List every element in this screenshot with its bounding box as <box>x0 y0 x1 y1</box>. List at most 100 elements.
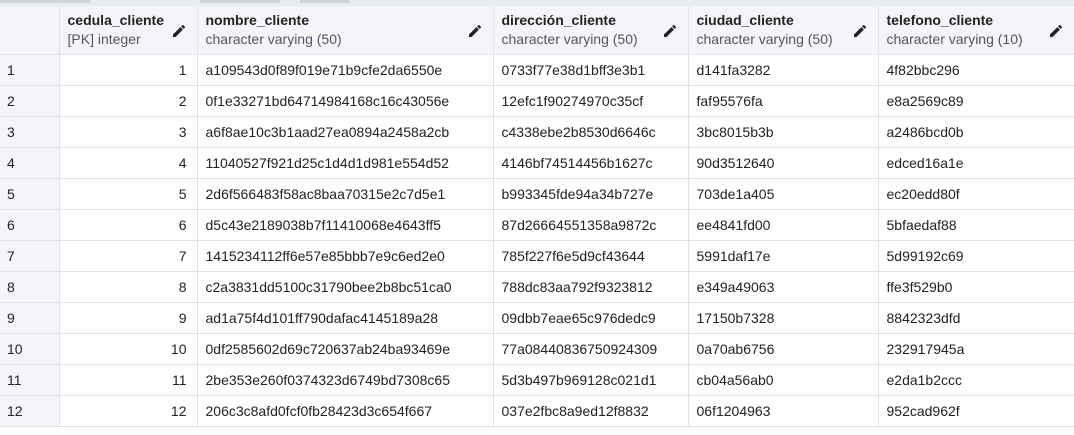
column-header-direccion-cliente[interactable]: dirección_cliente character varying (50) <box>493 6 689 55</box>
table-row[interactable]: 10 10 0df2585602d69c720637ab24ba93469e 7… <box>0 333 1074 365</box>
cell-nombre-cliente[interactable]: ad1a75f4d101ff790dafac4145189a28 <box>197 302 494 334</box>
cell-cedula-cliente[interactable]: 9 <box>59 302 198 334</box>
cell-direccion-cliente[interactable]: 5d3b497b969128c021d1 <box>493 364 689 396</box>
cell-direccion-cliente[interactable]: b993345fde94a34b727e <box>493 178 689 210</box>
column-header-telefono-cliente[interactable]: telefono_cliente character varying (10) <box>878 6 1074 55</box>
cell-ciudad-cliente[interactable]: 0a70ab6756 <box>688 333 879 365</box>
table-row[interactable]: 12 12 206c3c8afd0fcf0fb28423d3c654f667 0… <box>0 395 1074 427</box>
cell-nombre-cliente[interactable]: a6f8ae10c3b1aad27ea0894a2458a2cb <box>197 116 494 148</box>
cell-telefono-cliente[interactable]: 952cad962f <box>878 395 1074 427</box>
cell-direccion-cliente[interactable]: c4338ebe2b8530d6646c <box>493 116 689 148</box>
row-number[interactable]: 10 <box>0 333 60 365</box>
table-row[interactable]: 5 5 2d6f566483f58ac8baa70315e2c7d5e1 b99… <box>0 178 1074 210</box>
row-number[interactable]: 12 <box>0 395 60 427</box>
row-number[interactable]: 1 <box>0 54 60 86</box>
row-number[interactable]: 11 <box>0 364 60 396</box>
cell-ciudad-cliente[interactable]: 3bc8015b3b <box>688 116 879 148</box>
column-name: nombre_cliente <box>205 12 309 28</box>
table-row[interactable]: 1 1 a109543d0f89f019e71b9cfe2da6550e 073… <box>0 54 1074 86</box>
cell-telefono-cliente[interactable]: 5bfaedaf88 <box>878 209 1074 241</box>
cell-ciudad-cliente[interactable]: 17150b7328 <box>688 302 879 334</box>
cell-telefono-cliente[interactable]: ec20edd80f <box>878 178 1074 210</box>
cell-nombre-cliente[interactable]: c2a3831dd5100c31790bee2b8bc51ca0 <box>197 271 494 303</box>
column-header-cedula-cliente[interactable]: cedula_cliente [PK] integer <box>59 6 198 55</box>
row-number[interactable]: 6 <box>0 209 60 241</box>
table-row[interactable]: 6 6 d5c43e2189038b7f11410068e4643ff5 87d… <box>0 209 1074 241</box>
cell-direccion-cliente[interactable]: 12efc1f90274970c35cf <box>493 85 689 117</box>
cell-telefono-cliente[interactable]: 8842323dfd <box>878 302 1074 334</box>
pencil-icon[interactable] <box>171 23 187 39</box>
row-number[interactable]: 7 <box>0 240 60 272</box>
row-number[interactable]: 4 <box>0 147 60 179</box>
cell-cedula-cliente[interactable]: 4 <box>59 147 198 179</box>
row-number[interactable]: 2 <box>0 85 60 117</box>
cell-nombre-cliente[interactable]: 0df2585602d69c720637ab24ba93469e <box>197 333 494 365</box>
cell-direccion-cliente[interactable]: 87d26664551358a9872c <box>493 209 689 241</box>
pencil-icon[interactable] <box>852 23 868 39</box>
column-type: character varying (50) <box>696 31 833 47</box>
cell-nombre-cliente[interactable]: d5c43e2189038b7f11410068e4643ff5 <box>197 209 494 241</box>
cell-nombre-cliente[interactable]: 206c3c8afd0fcf0fb28423d3c654f667 <box>197 395 494 427</box>
cell-cedula-cliente[interactable]: 11 <box>59 364 198 396</box>
cell-cedula-cliente[interactable]: 6 <box>59 209 198 241</box>
cell-cedula-cliente[interactable]: 5 <box>59 178 198 210</box>
cell-cedula-cliente[interactable]: 3 <box>59 116 198 148</box>
pencil-icon[interactable] <box>662 23 678 39</box>
cell-direccion-cliente[interactable]: 09dbb7eae65c976dedc9 <box>493 302 689 334</box>
cell-direccion-cliente[interactable]: 77a08440836750924309 <box>493 333 689 365</box>
column-header-ciudad-cliente[interactable]: ciudad_cliente character varying (50) <box>688 6 879 55</box>
column-name: dirección_cliente <box>501 12 616 28</box>
cell-cedula-cliente[interactable]: 10 <box>59 333 198 365</box>
cell-cedula-cliente[interactable]: 2 <box>59 85 198 117</box>
cell-direccion-cliente[interactable]: 037e2fbc8a9ed12f8832 <box>493 395 689 427</box>
cell-telefono-cliente[interactable]: 232917945a <box>878 333 1074 365</box>
cell-telefono-cliente[interactable]: edced16a1e <box>878 147 1074 179</box>
cell-direccion-cliente[interactable]: 785f227f6e5d9cf43644 <box>493 240 689 272</box>
cell-telefono-cliente[interactable]: a2486bcd0b <box>878 116 1074 148</box>
pencil-icon[interactable] <box>1048 23 1064 39</box>
cell-cedula-cliente[interactable]: 1 <box>59 54 198 86</box>
cell-nombre-cliente[interactable]: 2be353e260f0374323d6749bd7308c65 <box>197 364 494 396</box>
cell-direccion-cliente[interactable]: 4146bf74514456b1627c <box>493 147 689 179</box>
cell-ciudad-cliente[interactable]: 703de1a405 <box>688 178 879 210</box>
table-row[interactable]: 7 7 1415234112ff6e57e85bbb7e9c6ed2e0 785… <box>0 240 1074 272</box>
cell-nombre-cliente[interactable]: 0f1e33271bd64714984168c16c43056e <box>197 85 494 117</box>
pencil-icon[interactable] <box>467 23 483 39</box>
cell-nombre-cliente[interactable]: 11040527f921d25c1d4d1d981e554d52 <box>197 147 494 179</box>
cell-ciudad-cliente[interactable]: 06f1204963 <box>688 395 879 427</box>
cell-telefono-cliente[interactable]: 4f82bbc296 <box>878 54 1074 86</box>
cell-telefono-cliente[interactable]: e2da1b2ccc <box>878 364 1074 396</box>
cell-direccion-cliente[interactable]: 0733f77e38d1bff3e3b1 <box>493 54 689 86</box>
table-row[interactable]: 11 11 2be353e260f0374323d6749bd7308c65 5… <box>0 364 1074 396</box>
table-row[interactable]: 4 4 11040527f921d25c1d4d1d981e554d52 414… <box>0 147 1074 179</box>
cell-telefono-cliente[interactable]: e8a2569c89 <box>878 85 1074 117</box>
table-row[interactable]: 3 3 a6f8ae10c3b1aad27ea0894a2458a2cb c43… <box>0 116 1074 148</box>
cell-ciudad-cliente[interactable]: 5991daf17e <box>688 240 879 272</box>
table-row[interactable]: 9 9 ad1a75f4d101ff790dafac4145189a28 09d… <box>0 302 1074 334</box>
cell-nombre-cliente[interactable]: a109543d0f89f019e71b9cfe2da6550e <box>197 54 494 86</box>
cell-cedula-cliente[interactable]: 8 <box>59 271 198 303</box>
cell-nombre-cliente[interactable]: 2d6f566483f58ac8baa70315e2c7d5e1 <box>197 178 494 210</box>
cell-ciudad-cliente[interactable]: cb04a56ab0 <box>688 364 879 396</box>
cell-cedula-cliente[interactable]: 12 <box>59 395 198 427</box>
cell-ciudad-cliente[interactable]: faf95576fa <box>688 85 879 117</box>
row-number[interactable]: 8 <box>0 271 60 303</box>
cell-telefono-cliente[interactable]: ffe3f529b0 <box>878 271 1074 303</box>
cell-ciudad-cliente[interactable]: ee4841fd00 <box>688 209 879 241</box>
table-row[interactable]: 8 8 c2a3831dd5100c31790bee2b8bc51ca0 788… <box>0 271 1074 303</box>
column-type: character varying (50) <box>205 31 342 47</box>
row-number[interactable]: 9 <box>0 302 60 334</box>
row-number[interactable]: 5 <box>0 178 60 210</box>
cell-nombre-cliente[interactable]: 1415234112ff6e57e85bbb7e9c6ed2e0 <box>197 240 494 272</box>
cell-ciudad-cliente[interactable]: e349a49063 <box>688 271 879 303</box>
cell-direccion-cliente[interactable]: 788dc83aa792f9323812 <box>493 271 689 303</box>
corner-cell[interactable] <box>0 6 60 55</box>
cell-ciudad-cliente[interactable]: d141fa3282 <box>688 54 879 86</box>
column-header-nombre-cliente[interactable]: nombre_cliente character varying (50) <box>197 6 494 55</box>
header-row: cedula_cliente [PK] integer nombre_clien… <box>0 6 1074 55</box>
row-number[interactable]: 3 <box>0 116 60 148</box>
cell-ciudad-cliente[interactable]: 90d3512640 <box>688 147 879 179</box>
table-row[interactable]: 2 2 0f1e33271bd64714984168c16c43056e 12e… <box>0 85 1074 117</box>
cell-cedula-cliente[interactable]: 7 <box>59 240 198 272</box>
cell-telefono-cliente[interactable]: 5d99192c69 <box>878 240 1074 272</box>
